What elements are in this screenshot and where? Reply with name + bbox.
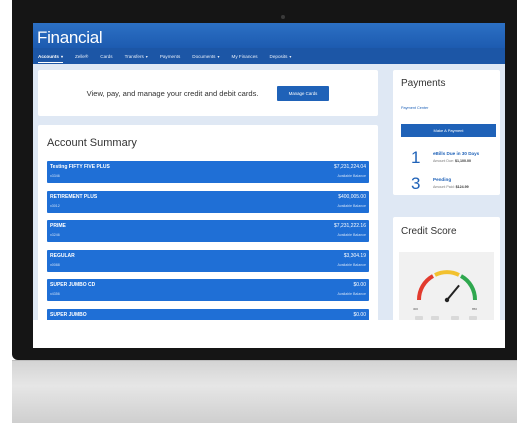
- account-balance-label: Available Balance: [337, 174, 366, 178]
- chevron-down-icon: ▾: [60, 53, 63, 59]
- cards-intro-text: View, pay, and manage your credit and de…: [86, 88, 259, 98]
- pending-title[interactable]: Pending: [433, 177, 451, 182]
- account-row[interactable]: RETIREMENT PLUS x3012 $400,005.00 Available…: [47, 190, 369, 213]
- nav-item-label: Accounts: [38, 53, 59, 59]
- ebills-due-item[interactable]: 1 eBills Due in 30 Days Amount Due: $1,1…: [401, 148, 496, 170]
- chevron-down-icon: ▾: [145, 53, 148, 59]
- credit-score-title: Credit Score: [401, 226, 457, 237]
- chevron-down-icon: ▾: [217, 53, 220, 59]
- nav-item-label: My Finances: [231, 53, 258, 59]
- account-name: RETIREMENT PLUS: [50, 193, 98, 200]
- manage-cards-button[interactable]: Manage Cards: [276, 85, 330, 101]
- nav-item-my-finances[interactable]: My Finances: [232, 48, 258, 64]
- pending-count: 3: [411, 174, 421, 193]
- account-balance-label: Available Balance: [337, 262, 366, 267]
- screen-lower-band: [33, 320, 505, 348]
- nav-item-label: Transfers: [124, 53, 144, 59]
- account-row[interactable]: REGULAR x0088 $3,304.19 Available Balance: [47, 249, 369, 272]
- account-name: Testing FIFTY FIVE PLUS: [50, 164, 110, 170]
- nav-item-accounts[interactable]: Accounts ▾: [38, 48, 63, 64]
- ebills-title[interactable]: eBills Due in 30 Days: [433, 151, 479, 156]
- account-balance: $7,231,222.16: [334, 223, 366, 229]
- nav-item-label: Documents: [192, 53, 216, 59]
- account-row[interactable]: Testing FIFTY FIVE PLUS x3346 $7,231,224.0…: [47, 161, 369, 183]
- pending-item[interactable]: 3 Pending Amount Paid: $124.99: [401, 174, 496, 196]
- account-balance: $0.00: [353, 311, 366, 318]
- account-row[interactable]: PRIME x3246 $7,231,222.16 Available Balance: [47, 220, 369, 242]
- gauge-arc-low: [416, 274, 435, 301]
- nav-item-cards[interactable]: Cards: [100, 48, 112, 64]
- gauge-hub: [444, 297, 450, 303]
- account-summary-title: Account Summary: [47, 137, 137, 149]
- account-name: PRIME: [50, 223, 66, 229]
- payment-center-link[interactable]: Payment Center: [401, 106, 428, 110]
- account-number: x0088: [50, 262, 60, 267]
- payments-title: Payments: [401, 78, 446, 89]
- monitor-chin: [12, 360, 517, 423]
- account-balance: $400,005.00: [338, 193, 366, 200]
- nav-item-label: Deposits: [269, 53, 288, 59]
- top-bar: Financial: [33, 23, 505, 48]
- nav-item-payments[interactable]: Payments: [160, 48, 180, 64]
- ebills-count: 1: [411, 148, 421, 167]
- account-balance-label: Available Balance: [337, 233, 366, 237]
- brand-title: Financial: [37, 28, 103, 47]
- account-balance: $7,231,224.04: [334, 164, 366, 170]
- nav-item-label: Payments: [159, 53, 181, 59]
- ebills-amount: Amount Due: $1,100.00: [433, 159, 471, 163]
- account-balance: $3,304.19: [343, 252, 366, 259]
- account-name: SUPER JUMBO CD: [50, 282, 96, 288]
- nav-item-label: Zelle®: [74, 53, 89, 59]
- main-nav: Accounts ▾ Zelle® Cards Transfers ▾ Payments Do…: [33, 48, 505, 64]
- camera-dot: [281, 15, 285, 19]
- credit-gauge-box: 300 850: [399, 252, 494, 320]
- account-row[interactable]: SUPER JUMBO $0.00: [47, 308, 369, 320]
- account-number: x3346: [50, 174, 60, 178]
- nav-item-transfers[interactable]: Transfers ▾: [125, 48, 148, 64]
- nav-item-label: Cards: [100, 53, 113, 59]
- nav-item-documents[interactable]: Documents ▾: [192, 48, 219, 64]
- account-balance-label: Available Balance: [337, 203, 366, 208]
- gauge-needle: [446, 284, 460, 301]
- account-number: x3246: [50, 233, 60, 237]
- pending-amount: Amount Paid: $124.99: [433, 185, 469, 189]
- credit-score-panel: Credit Score 300 850: [393, 217, 500, 320]
- account-name: REGULAR: [50, 252, 75, 259]
- account-number: x3012: [50, 203, 60, 208]
- monitor: Financial Accounts ▾ Zelle® Cards Transfers ▾…: [0, 0, 517, 423]
- gauge-arc-high: [459, 274, 478, 301]
- account-row[interactable]: SUPER JUMBO CD x4356 $0.00 Available Balanc…: [47, 279, 369, 301]
- account-number: x4356: [50, 292, 60, 296]
- cards-intro-panel: View, pay, and manage your credit and de…: [38, 70, 378, 116]
- chevron-down-icon: ▾: [289, 53, 292, 59]
- payments-panel: Payments Payment Center Make A Payment 1…: [393, 70, 500, 195]
- app-screen: Financial Accounts ▾ Zelle® Cards Transfers ▾…: [33, 23, 505, 320]
- account-summary-panel: Account Summary Testing FIFTY FIVE PLUS x…: [38, 125, 378, 320]
- make-payment-button[interactable]: Make A Payment: [401, 124, 496, 137]
- credit-score-gauge: [416, 270, 478, 303]
- account-balance-label: Available Balance: [337, 292, 366, 296]
- account-name: SUPER JUMBO: [50, 311, 87, 318]
- gauge-max-label: 850: [472, 307, 478, 311]
- gauge-min-label: 300: [413, 307, 419, 311]
- content-area: View, pay, and manage your credit and de…: [33, 64, 505, 320]
- account-balance: $0.00: [353, 282, 366, 288]
- nav-item-deposits[interactable]: Deposits ▾: [270, 48, 292, 64]
- nav-item-zelle[interactable]: Zelle®: [75, 48, 88, 64]
- gauge-arc-mid: [434, 270, 460, 277]
